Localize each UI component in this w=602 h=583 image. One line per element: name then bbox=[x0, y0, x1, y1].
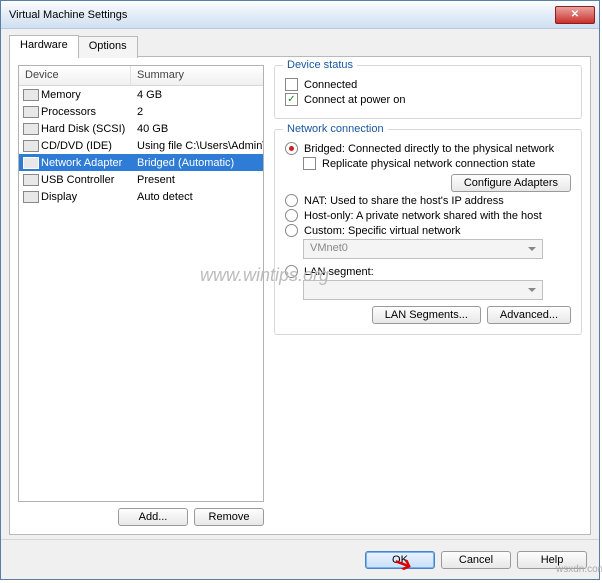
hostonly-radio[interactable] bbox=[285, 209, 298, 222]
cpu-icon bbox=[23, 106, 39, 118]
device-status-group: Device status Connected Connect at power… bbox=[274, 65, 582, 119]
bridged-label: Bridged: Connected directly to the physi… bbox=[304, 143, 554, 155]
usb-icon bbox=[23, 174, 39, 186]
custom-network-select[interactable]: VMnet0 bbox=[303, 239, 543, 259]
connect-poweron-checkbox[interactable] bbox=[285, 93, 298, 106]
device-row-usb[interactable]: USB ControllerPresent bbox=[19, 171, 263, 188]
bridged-radio[interactable] bbox=[285, 142, 298, 155]
configure-adapters-button[interactable]: Configure Adapters bbox=[451, 174, 571, 192]
dialog-button-bar: OK Cancel Help bbox=[1, 539, 599, 579]
display-icon bbox=[23, 191, 39, 203]
settings-window: Virtual Machine Settings ✕ Hardware Opti… bbox=[0, 0, 600, 580]
connect-poweron-label: Connect at power on bbox=[304, 94, 406, 106]
body-area: Hardware Options Device Summary Memory4 … bbox=[1, 29, 599, 539]
replicate-label: Replicate physical network connection st… bbox=[322, 158, 535, 170]
connected-label: Connected bbox=[304, 79, 357, 91]
advanced-button[interactable]: Advanced... bbox=[487, 306, 571, 324]
memory-icon bbox=[23, 89, 39, 101]
network-icon bbox=[23, 157, 39, 169]
device-row-display[interactable]: DisplayAuto detect bbox=[19, 188, 263, 205]
nat-radio[interactable] bbox=[285, 194, 298, 207]
tab-strip: Hardware Options bbox=[9, 35, 591, 57]
hostonly-label: Host-only: A private network shared with… bbox=[304, 210, 542, 222]
network-legend: Network connection bbox=[283, 123, 388, 135]
lan-segment-select[interactable] bbox=[303, 280, 543, 300]
col-summary[interactable]: Summary bbox=[131, 66, 190, 85]
cancel-button[interactable]: Cancel bbox=[441, 551, 511, 569]
device-row-processors[interactable]: Processors2 bbox=[19, 103, 263, 120]
details-column: Device status Connected Connect at power… bbox=[274, 65, 582, 526]
ok-button[interactable]: OK bbox=[365, 551, 435, 569]
remove-button[interactable]: Remove bbox=[194, 508, 264, 526]
device-column: Device Summary Memory4 GB Processors2 Ha… bbox=[18, 65, 264, 526]
device-row-network[interactable]: Network AdapterBridged (Automatic) bbox=[19, 154, 263, 171]
add-button[interactable]: Add... bbox=[118, 508, 188, 526]
lan-radio[interactable] bbox=[285, 265, 298, 278]
nat-label: NAT: Used to share the host's IP address bbox=[304, 195, 504, 207]
tab-options[interactable]: Options bbox=[78, 36, 138, 58]
device-row-cddvd[interactable]: CD/DVD (IDE)Using file C:\Users\Admin\Do… bbox=[19, 137, 263, 154]
custom-label: Custom: Specific virtual network bbox=[304, 225, 461, 237]
connected-checkbox[interactable] bbox=[285, 78, 298, 91]
custom-radio[interactable] bbox=[285, 224, 298, 237]
device-row-memory[interactable]: Memory4 GB bbox=[19, 86, 263, 103]
close-button[interactable]: ✕ bbox=[555, 6, 595, 24]
titlebar: Virtual Machine Settings ✕ bbox=[1, 1, 599, 29]
lan-label: LAN segment: bbox=[304, 266, 374, 278]
tab-hardware[interactable]: Hardware bbox=[9, 35, 79, 57]
disc-icon bbox=[23, 140, 39, 152]
window-title: Virtual Machine Settings bbox=[5, 9, 555, 21]
source-watermark: wsxdn.com bbox=[556, 564, 602, 575]
replicate-checkbox[interactable] bbox=[303, 157, 316, 170]
hardware-panel: Device Summary Memory4 GB Processors2 Ha… bbox=[9, 56, 591, 535]
device-row-harddisk[interactable]: Hard Disk (SCSI)40 GB bbox=[19, 120, 263, 137]
device-status-legend: Device status bbox=[283, 59, 357, 71]
disk-icon bbox=[23, 123, 39, 135]
lan-segments-button[interactable]: LAN Segments... bbox=[372, 306, 481, 324]
device-list[interactable]: Device Summary Memory4 GB Processors2 Ha… bbox=[18, 65, 264, 502]
col-device[interactable]: Device bbox=[19, 66, 131, 85]
network-connection-group: Network connection Bridged: Connected di… bbox=[274, 129, 582, 335]
device-list-header: Device Summary bbox=[19, 66, 263, 86]
